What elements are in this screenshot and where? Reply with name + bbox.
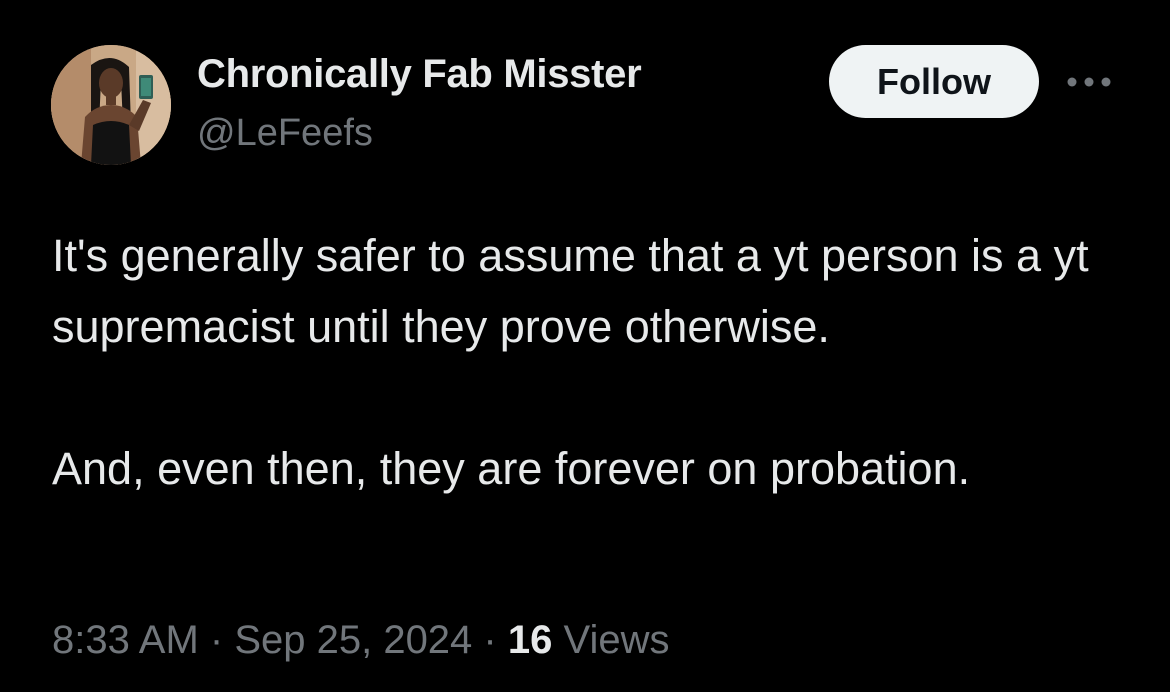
follow-button[interactable]: Follow xyxy=(829,45,1039,118)
tweet-text: It's generally safer to assume that a yt… xyxy=(52,220,1142,504)
tweet-date[interactable]: Sep 25, 2024 xyxy=(234,618,472,662)
meta-separator: · xyxy=(198,618,235,662)
avatar[interactable] xyxy=(51,45,171,165)
views-count: 16 xyxy=(507,618,553,662)
tweet-card: Chronically Fab Misster @LeFeefs Follow … xyxy=(0,0,1170,692)
tweet-meta: 8:33 AM · Sep 25, 2024 · 16 Views xyxy=(52,618,669,663)
user-handle[interactable]: @LeFeefs xyxy=(197,112,373,155)
views-label: Views xyxy=(563,618,670,662)
meta-separator: · xyxy=(472,618,508,662)
more-horizontal-icon xyxy=(1067,77,1111,87)
more-options-button[interactable] xyxy=(1063,62,1115,102)
tweet-time[interactable]: 8:33 AM xyxy=(52,618,199,662)
display-name[interactable]: Chronically Fab Misster xyxy=(197,52,642,97)
tweet-paragraph: And, even then, they are forever on prob… xyxy=(52,443,971,494)
tweet-paragraph: It's generally safer to assume that a yt… xyxy=(52,230,1089,352)
avatar-photo xyxy=(51,45,171,165)
